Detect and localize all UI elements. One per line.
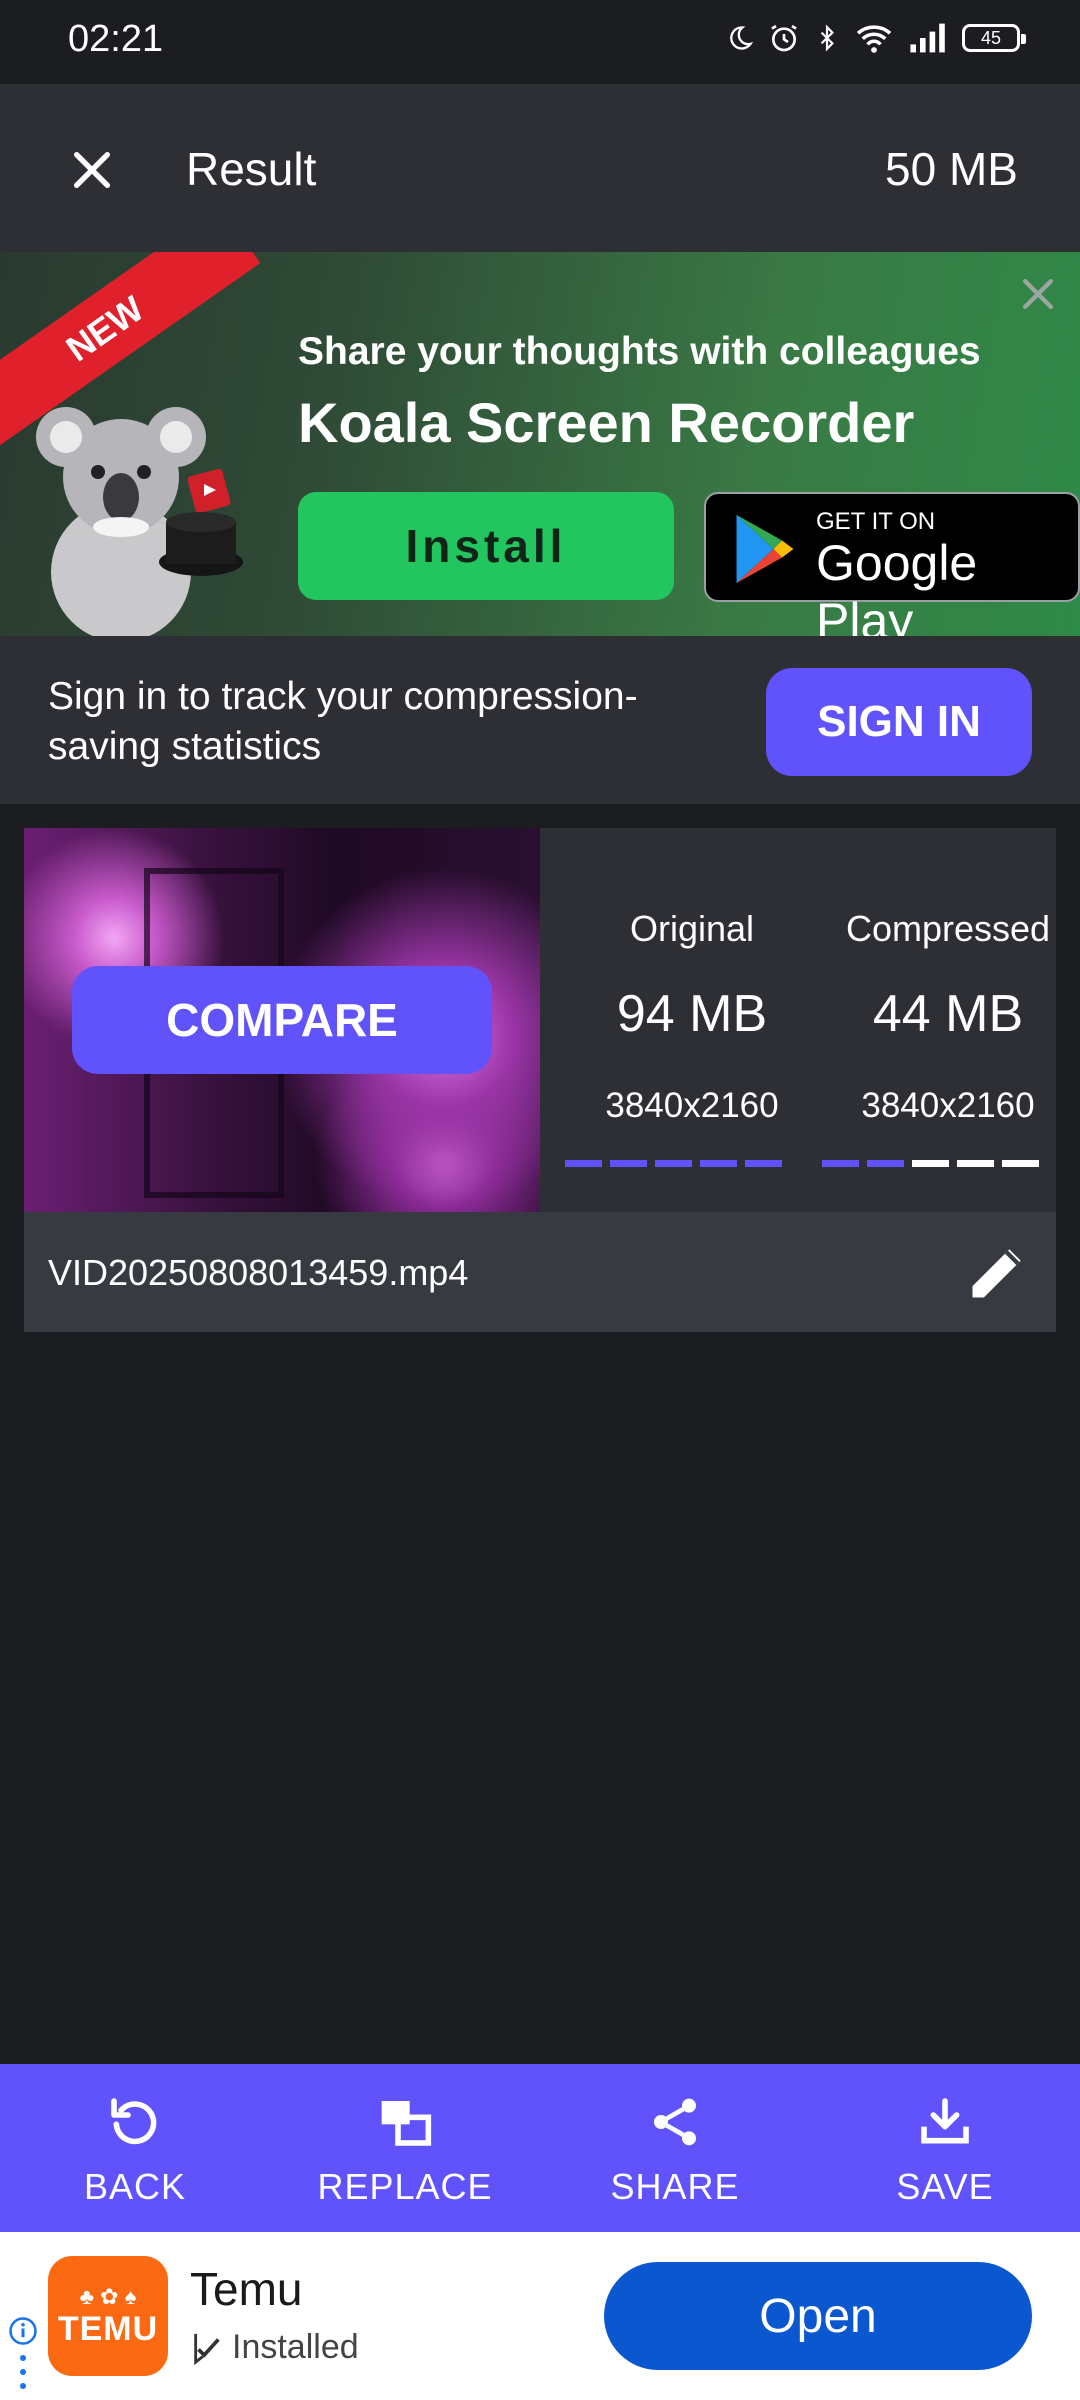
compressed-size-bar	[822, 1160, 1039, 1167]
size-bar-segment	[745, 1160, 782, 1167]
size-bar-segment	[700, 1160, 737, 1167]
app-bar: Result 50 MB	[0, 84, 1080, 252]
status-bar: 02:21 45	[0, 0, 1080, 84]
share-button[interactable]: SHARE	[540, 2064, 810, 2232]
share-label: SHARE	[610, 2166, 740, 2207]
original-size: 94 MB	[616, 985, 768, 1043]
close-button[interactable]	[52, 138, 132, 202]
compressed-label: Compressed	[845, 908, 1051, 949]
temu-logo-mark: ♣ ✿ ♠	[79, 2283, 137, 2309]
ad-close-icon[interactable]	[1016, 272, 1060, 316]
replace-button[interactable]: REPLACE	[270, 2064, 540, 2232]
ad-banner[interactable]: NEW Share your thoughts with colleagues …	[0, 252, 1080, 636]
size-bar-segment	[655, 1160, 692, 1167]
open-button[interactable]: Open	[604, 2262, 1032, 2370]
signin-button[interactable]: SIGN IN	[766, 668, 1032, 776]
compressed-size: 44 MB	[872, 985, 1024, 1043]
install-button[interactable]: Install	[298, 492, 674, 600]
undo-icon	[111, 2098, 157, 2145]
google-play-badge[interactable]: GET IT ON Google Play	[704, 492, 1080, 636]
filename: VID20250808013459.mp4	[48, 1252, 469, 1293]
replace-label: REPLACE	[317, 2166, 493, 2207]
bottom-ad[interactable]: ♣ ✿ ♠ TEMU Temu Installed Open	[0, 2232, 1080, 2400]
status-time: 02:21	[68, 18, 164, 60]
ad-tagline: Share your thoughts with colleagues	[298, 330, 981, 373]
wifi-icon	[856, 25, 892, 53]
koala-mascot-icon	[36, 407, 243, 636]
edit-icon[interactable]	[964, 1238, 1032, 1306]
moon-icon	[730, 26, 754, 50]
info-icon[interactable]	[8, 2316, 38, 2346]
original-label: Original	[629, 908, 755, 949]
size-bar-segment	[957, 1160, 994, 1167]
download-icon	[921, 2098, 969, 2144]
size-bar-segment	[822, 1160, 859, 1167]
google-play-icon	[736, 514, 794, 584]
temu-logo-text: TEMU	[57, 2309, 159, 2348]
compressed-resolution: 3840x2160	[861, 1086, 1035, 1125]
replace-icon	[381, 2101, 432, 2146]
ad-app-name: Koala Screen Recorder	[298, 391, 915, 454]
compare-button[interactable]: COMPARE	[72, 966, 492, 1074]
share-icon	[654, 2098, 696, 2146]
temu-logo: ♣ ✿ ♠ TEMU	[48, 2256, 168, 2376]
installed-row: Installed	[190, 2328, 359, 2367]
size-bar-segment	[867, 1160, 904, 1167]
signin-banner: Sign in to track your compression-saving…	[0, 636, 1080, 804]
result-size: 50 MB	[885, 143, 1018, 195]
alarm-icon	[771, 24, 797, 52]
original-size-bar	[565, 1160, 782, 1167]
video-thumbnail: COMPARE	[24, 828, 540, 1212]
size-bar-segment	[610, 1160, 647, 1167]
save-button[interactable]: SAVE	[810, 2064, 1080, 2232]
google-play-big-text: Google Play	[816, 535, 978, 636]
bluetooth-icon	[820, 24, 834, 52]
google-play-small-text: GET IT ON	[816, 508, 936, 535]
ad-app-title: Temu	[190, 2263, 303, 2315]
more-options-icon[interactable]	[20, 2354, 26, 2390]
size-bar-segment	[1002, 1160, 1039, 1167]
page-title: Result	[186, 143, 317, 195]
installed-label: Installed	[232, 2328, 359, 2366]
bottom-toolbar: BACK REPLACE SHARE SAVE	[0, 2064, 1080, 2232]
signin-text: Sign in to track your compression-saving…	[48, 675, 638, 768]
size-bar-segment	[565, 1160, 602, 1167]
save-label: SAVE	[896, 2166, 994, 2207]
battery-icon: 45	[962, 24, 1026, 52]
original-resolution: 3840x2160	[605, 1086, 779, 1125]
size-bar-segment	[912, 1160, 949, 1167]
file-row: VID20250808013459.mp4	[24, 1212, 1056, 1332]
status-icons: 45	[726, 22, 1026, 54]
installed-check-icon	[194, 2333, 220, 2365]
back-button[interactable]: BACK	[0, 2064, 270, 2232]
signal-icon	[910, 23, 945, 53]
close-icon	[73, 151, 111, 189]
back-label: BACK	[83, 2166, 187, 2207]
result-card: COMPARE Original 94 MB 3840x2160 Compres…	[24, 828, 1056, 1332]
